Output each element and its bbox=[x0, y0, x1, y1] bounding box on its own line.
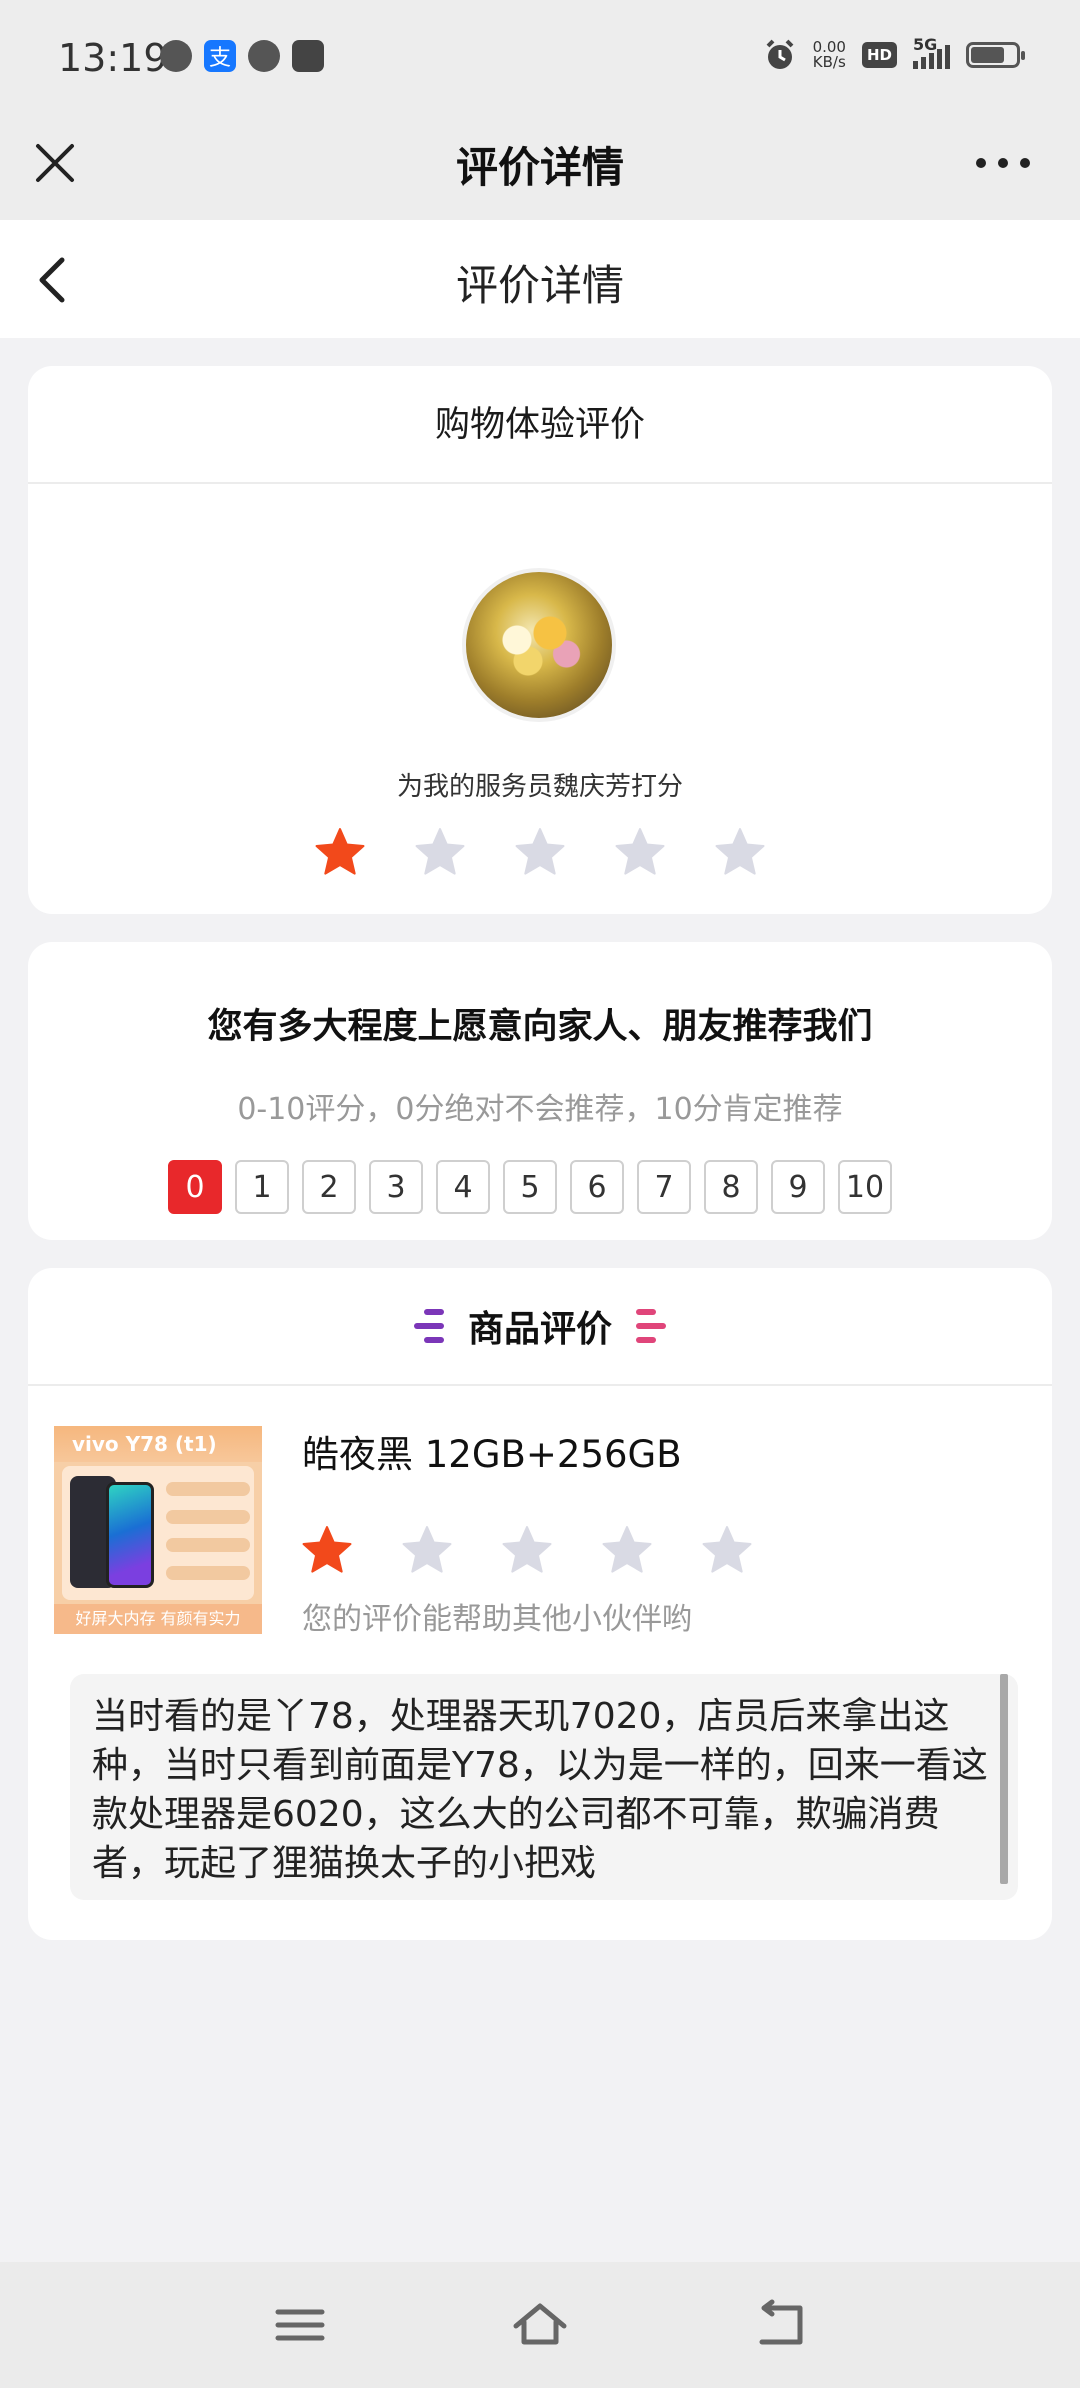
nps-option-1[interactable]: 1 bbox=[235, 1160, 289, 1214]
feature-pill bbox=[166, 1566, 250, 1580]
avatar-flowers bbox=[484, 612, 594, 682]
product-rating-stars bbox=[300, 1524, 754, 1578]
nps-option-7[interactable]: 7 bbox=[637, 1160, 691, 1214]
star-icon[interactable] bbox=[313, 826, 367, 880]
status-bar: 13:19 支 0.00 KB/s HD 5G bbox=[0, 0, 1080, 116]
cat-app-icon bbox=[248, 40, 280, 72]
net-speed: 0.00 KB/s bbox=[813, 40, 846, 70]
nps-hint: 0-10评分，0分绝对不会推荐，10分肯定推荐 bbox=[237, 1092, 843, 1127]
staff-avatar bbox=[462, 568, 616, 722]
title-deco-right bbox=[636, 1309, 666, 1343]
status-time: 13:19 bbox=[58, 36, 168, 80]
feature-pill bbox=[166, 1510, 250, 1524]
signal-icon: 5G bbox=[913, 35, 950, 69]
leaf-app-icon bbox=[160, 40, 192, 72]
alarm-icon bbox=[766, 39, 793, 69]
star-icon[interactable] bbox=[300, 1524, 354, 1578]
product-hint: 您的评价能帮助其他小伙伴哟 bbox=[302, 1602, 692, 1637]
battery-level bbox=[971, 47, 1004, 63]
review-text: 当时看的是丫78，处理器天玑7020，店员后来拿出这种，当时只看到前面是Y78，… bbox=[92, 1696, 988, 1884]
status-indicators: 0.00 KB/s HD 5G bbox=[763, 35, 1025, 72]
page-title: 评价详情 bbox=[455, 261, 624, 310]
nps-option-4[interactable]: 4 bbox=[436, 1160, 490, 1214]
nps-option-10[interactable]: 10 bbox=[838, 1160, 892, 1214]
nps-option-9[interactable]: 9 bbox=[771, 1160, 825, 1214]
product-image: vivo Y78 (t1) 好屏大内存 有颜有实力 bbox=[54, 1426, 262, 1634]
nps-card: 您有多大程度上愿意向家人、朋友推荐我们 0-10评分，0分绝对不会推荐，10分肯… bbox=[28, 942, 1052, 1240]
nps-option-6[interactable]: 6 bbox=[570, 1160, 624, 1214]
staff-rating-stars bbox=[313, 826, 767, 880]
product-image-title: vivo Y78 (t1) bbox=[54, 1426, 262, 1462]
nps-option-3[interactable]: 3 bbox=[369, 1160, 423, 1214]
feature-pill bbox=[166, 1538, 250, 1552]
status-app-icons: 支 bbox=[160, 40, 324, 72]
webview-title: 评价详情 bbox=[455, 143, 624, 192]
hd-badge: HD bbox=[861, 42, 897, 68]
star-icon[interactable] bbox=[413, 826, 467, 880]
rate-staff-text: 为我的服务员魏庆芳打分 bbox=[396, 772, 683, 802]
network-type: 5G bbox=[913, 35, 938, 54]
battery-icon bbox=[966, 42, 1025, 68]
nps-option-5[interactable]: 5 bbox=[503, 1160, 557, 1214]
product-name: 皓夜黑 12GB+256GB bbox=[302, 1433, 682, 1476]
shopping-experience-card: 购物体验评价 为我的服务员魏庆芳打分 bbox=[28, 366, 1052, 914]
nps-option-2[interactable]: 2 bbox=[302, 1160, 356, 1214]
back-nav-icon[interactable] bbox=[750, 2298, 810, 2352]
net-speed-unit: KB/s bbox=[812, 53, 846, 71]
message-app-icon bbox=[292, 40, 324, 72]
nps-option-8[interactable]: 8 bbox=[704, 1160, 758, 1214]
home-icon[interactable] bbox=[510, 2298, 570, 2352]
review-text-box[interactable]: 当时看的是丫78，处理器天玑7020，店员后来拿出这种，当时只看到前面是Y78，… bbox=[70, 1674, 1018, 1900]
product-image-body bbox=[62, 1466, 254, 1600]
more-icon[interactable] bbox=[976, 148, 1030, 178]
shopping-card-title: 购物体验评价 bbox=[28, 366, 1052, 484]
star-icon[interactable] bbox=[613, 826, 667, 880]
star-icon[interactable] bbox=[513, 826, 567, 880]
product-section-title: 商品评价 bbox=[467, 1309, 612, 1350]
phone-front-shape bbox=[106, 1482, 154, 1588]
star-icon[interactable] bbox=[600, 1524, 654, 1578]
menu-icon[interactable] bbox=[270, 2298, 330, 2352]
star-icon[interactable] bbox=[400, 1524, 454, 1578]
alipay-icon: 支 bbox=[204, 40, 236, 72]
system-nav-bar bbox=[0, 2262, 1080, 2388]
product-section-header: 商品评价 bbox=[28, 1268, 1052, 1386]
product-image-footer: 好屏大内存 有颜有实力 bbox=[54, 1604, 262, 1634]
product-review-card: 商品评价 vivo Y78 (t1) 好屏大内存 有颜有实力 皓夜黑 12GB+… bbox=[28, 1268, 1052, 1940]
nps-option-0[interactable]: 0 bbox=[168, 1160, 222, 1214]
review-scrollbar[interactable] bbox=[1000, 1674, 1008, 1884]
nps-question: 您有多大程度上愿意向家人、朋友推荐我们 bbox=[207, 1007, 873, 1047]
star-icon[interactable] bbox=[700, 1524, 754, 1578]
star-icon[interactable] bbox=[713, 826, 767, 880]
webview-title-bar: 评价详情 bbox=[0, 116, 1080, 220]
page-header: 评价详情 bbox=[0, 220, 1080, 338]
title-deco-left bbox=[413, 1309, 444, 1343]
feature-pill bbox=[166, 1482, 250, 1496]
star-icon[interactable] bbox=[500, 1524, 554, 1578]
nps-scale: 0 1 2 3 4 5 6 7 8 9 10 bbox=[168, 1160, 892, 1214]
